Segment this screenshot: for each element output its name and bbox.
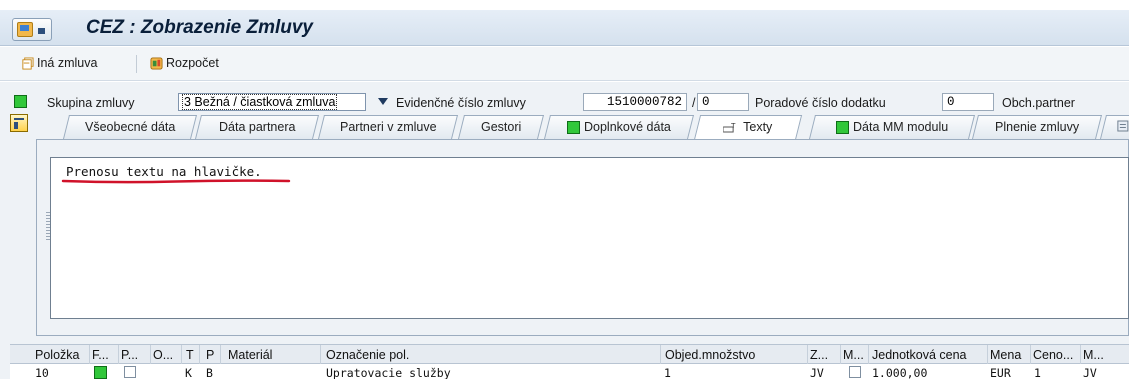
col-t[interactable]: T	[186, 348, 194, 362]
resize-grip[interactable]	[46, 212, 50, 240]
green-status-icon	[567, 120, 581, 134]
chevron-down-icon[interactable]	[378, 98, 388, 105]
row-m-checkbox[interactable]	[849, 366, 861, 378]
col-f[interactable]: F...	[92, 348, 109, 362]
tab-mm-data[interactable]: Dáta MM modulu	[809, 115, 975, 139]
dropdown-arrow-icon	[38, 28, 45, 34]
cell-unit-price[interactable]: 1.000,00	[872, 366, 927, 379]
col-description[interactable]: Označenie pol.	[326, 348, 409, 362]
col-m[interactable]: M...	[843, 348, 864, 362]
tab-managers[interactable]: Gestori	[458, 115, 544, 139]
change-document-icon	[22, 56, 34, 70]
system-menu-button[interactable]	[12, 18, 52, 41]
status-indicator-icon	[14, 95, 27, 108]
record-number-label: Evidenčné číslo zmluvy	[396, 96, 526, 110]
cell-item[interactable]: 10	[35, 366, 49, 379]
tab-list-icon	[1117, 120, 1129, 132]
record-number-field[interactable]: 1510000782	[583, 93, 687, 111]
cell-quantity[interactable]: 1	[664, 366, 671, 379]
other-contract-button[interactable]: Iná zmluva	[21, 56, 97, 70]
green-status-icon	[835, 120, 849, 134]
tab-additional-data[interactable]: Doplnkové dáta	[544, 115, 694, 139]
budget-button[interactable]: Rozpočet	[150, 56, 219, 70]
col-p2[interactable]: P	[206, 348, 214, 362]
col-z[interactable]: Z...	[810, 348, 828, 362]
cell-order-unit[interactable]: JV	[810, 366, 824, 379]
editor-text: Prenosu textu na hlavičke.	[66, 164, 262, 179]
col-o[interactable]: O...	[153, 348, 173, 362]
cell-t[interactable]: K	[185, 366, 192, 379]
group-dropdown[interactable]: 3 Bežná / čiastková zmluva	[178, 93, 366, 111]
svg-text:T: T	[731, 122, 737, 130]
row-checkbox[interactable]	[124, 366, 136, 378]
status-green-icon	[94, 366, 107, 379]
cell-currency[interactable]: EUR	[990, 366, 1011, 379]
tab-general-data[interactable]: Všeobecné dáta	[63, 115, 197, 139]
partner-label: Obch.partner	[1002, 96, 1075, 110]
window-title: CEZ : Zobrazenie Zmluvy	[86, 17, 313, 38]
budget-icon	[150, 56, 163, 70]
sequence-label: Poradové číslo dodatku	[755, 96, 886, 110]
col-p[interactable]: P...	[121, 348, 138, 362]
col-unit-price[interactable]: Jednotková cena	[872, 348, 967, 362]
cell-description[interactable]: Upratovacie služby	[326, 366, 451, 379]
tab-partner-data[interactable]: Dáta partnera	[195, 115, 319, 139]
tab-texts[interactable]: T Texty	[693, 115, 803, 140]
red-underline-annotation	[61, 179, 291, 184]
tab-strip: Všeobecné dáta Dáta partnera Partneri v …	[0, 115, 1129, 140]
items-table-header: Položka F... P... O... T P Materiál Ozna…	[10, 344, 1129, 365]
col-m2[interactable]: M...	[1083, 348, 1104, 362]
table-row[interactable]: 10 K B Upratovacie služby 1 JV 1.000,00 …	[10, 364, 1129, 379]
col-currency[interactable]: Mena	[990, 348, 1021, 362]
col-price-unit[interactable]: Ceno...	[1033, 348, 1073, 362]
cell-m[interactable]: JV	[1083, 366, 1097, 379]
sequence-field[interactable]: 0	[942, 93, 994, 111]
col-item[interactable]: Položka	[35, 348, 79, 362]
group-label: Skupina zmluvy	[47, 96, 135, 110]
tab-more[interactable]	[1100, 115, 1129, 139]
col-material[interactable]: Materiál	[228, 348, 272, 362]
toolbar-separator	[136, 55, 137, 73]
record-suffix-field[interactable]: 0	[697, 93, 749, 111]
tab-partners-in-contract[interactable]: Partneri v zmluve	[318, 115, 458, 139]
tab-contract-fulfilment[interactable]: Plnenie zmluvy	[972, 115, 1102, 139]
text-icon: T	[723, 122, 737, 133]
cell-price-unit[interactable]: 1	[1034, 366, 1041, 379]
col-quantity[interactable]: Objed.množstvo	[665, 348, 755, 362]
cell-p[interactable]: B	[206, 366, 213, 379]
record-separator: /	[692, 96, 696, 110]
